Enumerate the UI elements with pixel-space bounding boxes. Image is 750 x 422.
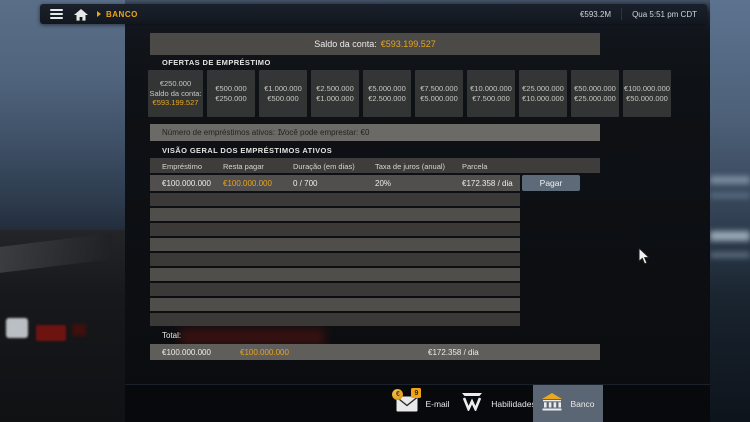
breadcrumb-chevron-icon [97, 11, 101, 17]
loan-offer-card[interactable]: €10.000.000 €7.500.000 [467, 70, 515, 117]
cloud-streak [710, 176, 750, 184]
topbar-divider [621, 8, 622, 20]
loan-installment: €172.358 / dia [462, 179, 513, 188]
offer-bottom: €7.500.000 [472, 94, 510, 104]
truck-tail-light-dim [72, 324, 86, 336]
offer-top: €7.500.000 [420, 84, 458, 94]
email-badge: 9 [411, 388, 421, 398]
total-remaining: €100.000.000 [240, 348, 289, 357]
col-emprestimo: Empréstimo [162, 162, 202, 171]
col-resta-pagar: Resta pagar [223, 162, 264, 171]
offer-bottom: €500.000 [267, 94, 298, 104]
empty-loan-row [150, 283, 520, 296]
cloud-streak [710, 231, 750, 241]
offer-top: €5.000.000 [368, 84, 406, 94]
account-balance-short: €593.2M [580, 10, 611, 19]
offer-top: €25.000.000 [522, 84, 564, 94]
balance-amount: €593.199.527 [381, 39, 436, 49]
cloud-streak [710, 252, 750, 258]
offer-bottom: €10.000.000 [522, 94, 564, 104]
empty-loan-row [150, 223, 520, 236]
total-installment: €172.358 / dia [428, 348, 479, 357]
empty-loan-row [150, 253, 520, 266]
total-label: Total: [162, 331, 181, 340]
pay-button[interactable]: Pagar [522, 175, 580, 191]
bank-icon [541, 393, 563, 416]
empty-loan-row [150, 313, 520, 326]
offer-top: €50.000.000 [574, 84, 616, 94]
loan-row: €100.000.000 €100.000.000 0 / 700 20% €1… [150, 175, 520, 191]
breadcrumb[interactable]: BANCO [106, 10, 138, 19]
offer-top: €10.000.000 [470, 84, 512, 94]
total-row: €100.000.000 €100.000.000 €172.358 / dia [150, 344, 600, 360]
mouse-cursor [638, 247, 651, 271]
tab-habilidades[interactable]: Habilidades [463, 385, 533, 422]
home-icon[interactable] [74, 8, 88, 20]
offer-bottom: €25.000.000 [574, 94, 616, 104]
offer-balance-label: Saldo da conta: [149, 89, 201, 99]
offer-top: €1.000.000 [264, 84, 302, 94]
tab-email-label: E-mail [425, 399, 449, 409]
col-duracao: Duração (em dias) [293, 162, 355, 171]
col-taxa-juros: Taxa de juros (anual) [375, 162, 445, 171]
truck-reverse-light [6, 318, 28, 338]
empty-loan-row [150, 298, 520, 311]
tab-habilidades-label: Habilidades [491, 399, 535, 409]
loan-offer-card[interactable]: €1.000.000 €500.000 [259, 70, 307, 117]
loan-offer-card[interactable]: €100.000.000 €50.000.000 [623, 70, 671, 117]
offer-bottom: €1.000.000 [316, 94, 354, 104]
offer-top: €100.000.000 [624, 84, 670, 94]
cloud-streak [710, 193, 750, 198]
game-datetime: Qua 5:51 pm CDT [632, 10, 697, 19]
balance-label: Saldo da conta: [314, 39, 377, 49]
offer-top: €500.000 [215, 84, 246, 94]
tab-banco-label: Banco [570, 399, 594, 409]
loan-offer-card-selected[interactable]: €250.000 Saldo da conta: €593.199.527 [148, 70, 203, 117]
empty-loan-row [150, 238, 520, 251]
active-loans-title: VISÃO GERAL DOS EMPRÉSTIMOS ATIVOS [162, 146, 332, 155]
menu-icon[interactable] [50, 9, 63, 19]
borrow-capacity: Você pode emprestar: €0 [280, 128, 369, 137]
offer-balance-value: €593.199.527 [153, 98, 199, 108]
empty-loan-rows [150, 193, 520, 328]
loans-info-bar: Número de empréstimos ativos: 1 Você pod… [150, 124, 600, 141]
loan-offer-card[interactable]: €7.500.000 €5.000.000 [415, 70, 463, 117]
total-loan: €100.000.000 [162, 348, 211, 357]
loans-table-header: Empréstimo Resta pagar Duração (em dias)… [150, 158, 600, 173]
empty-loan-row [150, 193, 520, 206]
loan-duration: 0 / 700 [293, 179, 317, 188]
empty-loan-row [150, 268, 520, 281]
bottom-tab-bar: € 9 E-mail Habilidades Banco [125, 384, 710, 422]
loan-offers-row: €250.000 Saldo da conta: €593.199.527 €5… [148, 70, 678, 117]
offer-bottom: €2.500.000 [368, 94, 406, 104]
loan-amount: €100.000.000 [162, 179, 211, 188]
offer-top: €2.500.000 [316, 84, 354, 94]
empty-loan-row [150, 208, 520, 221]
offer-amount: €250.000 [160, 79, 191, 89]
offer-bottom: €50.000.000 [626, 94, 668, 104]
offer-bottom: €5.000.000 [420, 94, 458, 104]
tab-banco-active[interactable]: Banco [533, 385, 603, 422]
loan-offer-card[interactable]: €500.000 €250.000 [207, 70, 255, 117]
loan-offer-card[interactable]: €2.500.000 €1.000.000 [311, 70, 359, 117]
loan-offers-title: OFERTAS DE EMPRÉSTIMO [162, 58, 271, 67]
background-sky-right [710, 0, 750, 422]
loan-offer-card[interactable]: €5.000.000 €2.500.000 [363, 70, 411, 117]
loan-remaining: €100.000.000 [223, 179, 272, 188]
loan-offer-card[interactable]: €25.000.000 €10.000.000 [519, 70, 567, 117]
envelope-icon: € 9 [396, 396, 418, 412]
tab-email[interactable]: € 9 E-mail [381, 385, 465, 422]
col-parcela: Parcela [462, 162, 487, 171]
skills-icon [460, 393, 484, 416]
offer-bottom: €250.000 [215, 94, 246, 104]
loan-offer-card[interactable]: €50.000.000 €25.000.000 [571, 70, 619, 117]
account-balance-bar: Saldo da conta: €593.199.527 [150, 33, 600, 55]
active-loans-count: Número de empréstimos ativos: 1 [162, 128, 282, 137]
truck-tail-light [36, 325, 66, 341]
loan-interest: 20% [375, 179, 391, 188]
top-bar: BANCO €593.2M Qua 5:51 pm CDT [40, 4, 707, 24]
